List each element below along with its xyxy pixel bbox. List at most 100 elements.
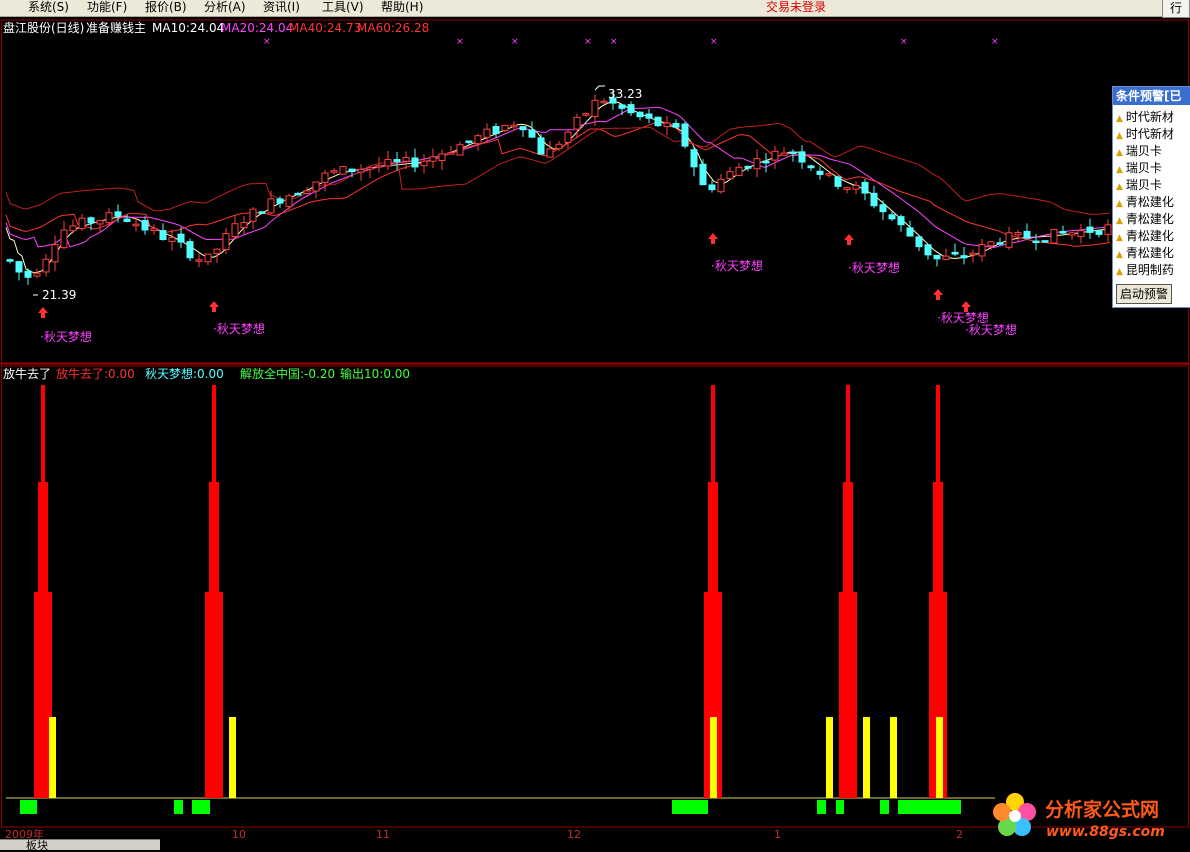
alert-item[interactable]: ▲ 瑞贝卡 <box>1116 160 1190 177</box>
candle-body <box>960 255 968 259</box>
candle-body <box>897 216 905 226</box>
right-corner-button[interactable]: 行 <box>1162 0 1190 18</box>
candle-body <box>600 100 608 104</box>
candle-body <box>168 237 176 242</box>
indicator-green-bar <box>174 800 183 814</box>
candle-body <box>312 181 320 192</box>
candle-body <box>645 113 653 119</box>
candle-body <box>141 220 149 231</box>
menu-help[interactable]: 帮助(H) <box>381 0 423 16</box>
watermark-title: 分析家公式网 <box>1045 798 1159 821</box>
main-pane-border <box>1 19 1189 364</box>
alert-item-label: 瑞贝卡 <box>1125 161 1162 175</box>
candle-body <box>1068 232 1076 236</box>
candle-body <box>258 211 266 214</box>
candle-body <box>672 122 680 128</box>
alert-item[interactable]: ▲ 瑞贝卡 <box>1116 177 1190 194</box>
candle-body <box>105 212 113 224</box>
menu-system[interactable]: 系统(S) <box>28 0 69 16</box>
menu-tools[interactable]: 工具(V) <box>322 0 364 16</box>
alert-item-label: 青松建化 <box>1125 212 1174 226</box>
candle-body <box>843 187 851 190</box>
candle-body <box>447 152 455 155</box>
ma60-label: MA60:26.28 <box>357 21 429 35</box>
alert-panel-title[interactable]: 条件预警[已 <box>1113 87 1190 105</box>
candle-body <box>276 198 284 204</box>
menu-analysis[interactable]: 分析(A) <box>204 0 246 16</box>
candle-body <box>852 185 860 190</box>
alert-item[interactable]: ▲ 昆明制药 <box>1116 262 1190 279</box>
alert-item[interactable]: ▲ 青松建化 <box>1116 194 1190 211</box>
condition-alert-panel[interactable]: 条件预警[已 ▲ 时代新材 ▲ 时代新材 ▲ 瑞贝卡 ▲ 瑞贝卡 ▲ 瑞贝卡 ▲ 青松建化 … <box>1112 86 1190 308</box>
candle-body <box>879 204 887 213</box>
axis-month-12: 12 <box>567 828 581 839</box>
candle-body <box>267 198 275 214</box>
subchart-value-1: 放牛去了:0.00 <box>56 366 135 381</box>
stock-chart[interactable]: × × × × × × × × ·秋天梦想·秋天梦想·秋天梦想 ·秋天梦想·秋天梦想·秋天梦想 … <box>0 17 1190 839</box>
candle-body <box>249 208 257 222</box>
candle-body <box>429 156 437 162</box>
candle-body <box>1014 232 1022 236</box>
candle-body <box>159 230 167 240</box>
trade-login-status[interactable]: 交易未登录 <box>766 0 826 15</box>
alert-item-label: 瑞贝卡 <box>1125 178 1162 192</box>
candle-body <box>438 153 446 161</box>
candle-body <box>375 165 383 168</box>
alert-item[interactable]: ▲ 时代新材 <box>1116 109 1190 126</box>
indicator-yellow-bar <box>826 717 833 798</box>
alert-item[interactable]: ▲ 瑞贝卡 <box>1116 143 1190 160</box>
candle-body <box>690 149 698 168</box>
candle-body <box>537 137 545 155</box>
alert-item-label: 青松建化 <box>1125 195 1174 209</box>
alert-up-icon: ▲ <box>1116 216 1123 226</box>
menu-function[interactable]: 功能(F) <box>87 0 127 16</box>
candle-body <box>285 195 293 208</box>
candle-body <box>114 211 122 217</box>
candle-body <box>618 104 626 109</box>
candle-body <box>1005 232 1013 248</box>
alert-item-label: 昆明制药 <box>1125 263 1174 277</box>
candle-body <box>735 166 743 177</box>
alert-item[interactable]: ▲ 青松建化 <box>1116 211 1190 228</box>
alert-up-icon: ▲ <box>1116 148 1123 158</box>
candle-body <box>771 150 779 161</box>
signal-arrow-icon <box>209 301 219 312</box>
axis-month-10: 10 <box>232 828 246 839</box>
ma20-label: MA20:24.04 <box>221 21 293 35</box>
candle-body <box>573 116 581 130</box>
candle-body <box>753 158 761 170</box>
sub-pane-border <box>1 365 1189 828</box>
alert-item[interactable]: ▲ 时代新材 <box>1116 126 1190 143</box>
bottom-tab-sector[interactable]: 板块 <box>26 840 48 851</box>
candle-body <box>96 220 104 225</box>
candle-body <box>420 160 428 167</box>
candle-body <box>231 223 239 238</box>
candle-body <box>1050 228 1058 244</box>
candle-body <box>582 113 590 116</box>
indicator-yellow-bar <box>49 717 56 798</box>
candle-body <box>1059 231 1067 234</box>
candlesticks <box>6 90 1112 285</box>
axis-month-2: 2 <box>956 828 963 839</box>
alert-up-icon: ▲ <box>1116 114 1123 124</box>
candle-body <box>555 143 563 150</box>
alert-item[interactable]: ▲ 青松建化 <box>1116 228 1190 245</box>
menu-info[interactable]: 资讯(I) <box>263 0 300 16</box>
alert-item[interactable]: ▲ 青松建化 <box>1116 245 1190 262</box>
candle-body <box>519 126 527 131</box>
alert-item-label: 青松建化 <box>1125 246 1174 260</box>
top-x-marker: × <box>900 37 908 47</box>
candle-body <box>465 140 473 144</box>
start-alert-button[interactable]: 启动预警 <box>1116 284 1172 304</box>
alert-list[interactable]: ▲ 时代新材 ▲ 时代新材 ▲ 瑞贝卡 ▲ 瑞贝卡 ▲ 瑞贝卡 ▲ 青松建化 ▲ 青松建化 ▲… <box>1116 109 1190 283</box>
candle-body <box>186 241 194 259</box>
candle-body <box>177 233 185 243</box>
menu-quote[interactable]: 报价(B) <box>145 0 187 16</box>
candle-body <box>780 152 788 156</box>
stock-title: 盘江股份(日线) <box>3 20 84 35</box>
top-x-marker: × <box>710 37 718 47</box>
candle-body <box>870 192 878 207</box>
candle-body <box>1041 240 1049 243</box>
signal-label: ·秋天梦想 <box>965 322 1017 337</box>
candle-body <box>708 184 716 191</box>
